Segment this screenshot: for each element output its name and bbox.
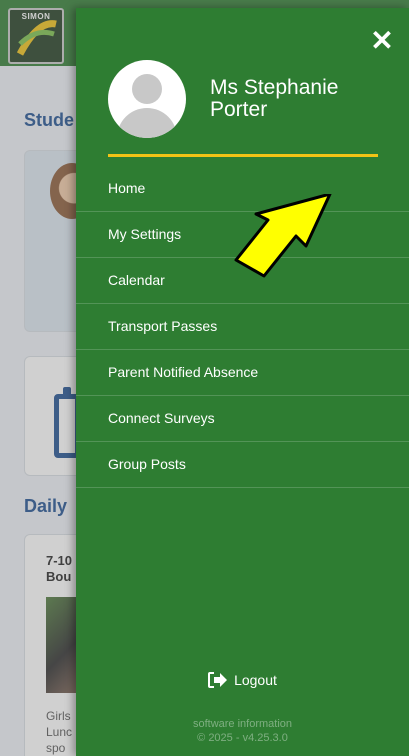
profile-name: Ms Stephanie Porter: [210, 76, 339, 121]
avatar-shoulders: [117, 108, 177, 138]
annotation-arrow: [234, 194, 332, 278]
navigation-drawer: ✕ Ms Stephanie Porter Home My Settings C…: [76, 8, 409, 756]
menu-item-connect-surveys[interactable]: Connect Surveys: [76, 396, 409, 442]
menu-item-transport-passes[interactable]: Transport Passes: [76, 304, 409, 350]
menu-item-group-posts[interactable]: Group Posts: [76, 442, 409, 488]
menu-item-parent-notified-absence[interactable]: Parent Notified Absence: [76, 350, 409, 396]
user-avatar-icon: [108, 60, 186, 138]
logout-label: Logout: [234, 672, 277, 688]
close-button[interactable]: ✕: [367, 26, 397, 56]
profile-divider: [108, 154, 378, 157]
version-label: © 2025 - v4.25.3.0: [197, 732, 288, 744]
software-info[interactable]: software information © 2025 - v4.25.3.0: [76, 717, 409, 745]
software-info-label: software information: [192, 718, 293, 730]
avatar-head: [132, 74, 162, 104]
logout-button[interactable]: Logout: [76, 672, 409, 688]
logout-icon: [208, 672, 228, 688]
